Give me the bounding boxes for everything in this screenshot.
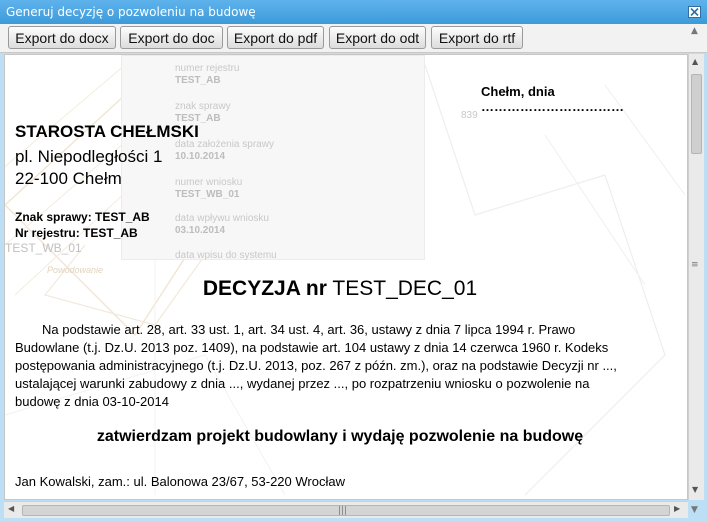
scroll-down-arrow-icon[interactable]: ▼	[692, 486, 698, 494]
close-button[interactable]	[688, 6, 701, 18]
horizontal-scroll-thumb[interactable]: |||	[22, 505, 670, 516]
vertical-scrollbar[interactable]: ▲ ▼	[688, 54, 704, 500]
document-preview[interactable]: numer rejestru TEST_AB znak sprawy TEST_…	[4, 54, 688, 500]
bg-field-label: numer wniosku	[175, 177, 243, 188]
decision-prefix: DECYZJA nr	[202, 277, 327, 300]
authority-address-city: 22-100 Chełm	[15, 169, 122, 188]
bg-field-value: TEST_WB_01	[175, 189, 240, 200]
bg-field-value: TEST_AB	[175, 75, 221, 86]
background-form-panel	[121, 55, 425, 260]
body-line: ustalającej warunki zabudowy z dnia ...,…	[15, 376, 590, 391]
approval-statement: zatwierdzam projekt budowlany i wydaję p…	[96, 428, 584, 445]
close-icon	[690, 8, 699, 16]
case-sign: Znak sprawy: TEST_AB	[15, 210, 150, 224]
register-number: Nr rejestru: TEST_AB	[15, 226, 138, 240]
bg-field-label: znak sprawy	[175, 101, 231, 112]
outer-scroll-down-icon[interactable]: ▼	[691, 505, 698, 515]
window-titlebar: Generuj decyzję o pozwoleniu na budowę	[0, 0, 707, 24]
decision-number: TEST_DEC_01	[332, 277, 478, 300]
bg-field-label: data wpisu do systemu	[175, 250, 277, 261]
export-docx-button[interactable]: Export do docx	[8, 26, 116, 49]
body-line: postępowania administracyjnego (t.j. Dz.…	[15, 358, 617, 373]
place-date: Chełm, dnia ……………………………	[481, 84, 624, 114]
authority-name: STAROSTA CHEŁMSKI	[15, 122, 199, 141]
decision-body: Na podstawie art. 28, art. 33 ust. 1, ar…	[15, 321, 665, 411]
export-toolbar: Export do docx Export do doc Export do p…	[0, 24, 707, 53]
bg-field-value: 10.10.2014	[175, 151, 226, 162]
bg-map-label: TEST_WB_01	[5, 241, 82, 255]
body-line: Na podstawie art. 28, art. 33 ust. 1, ar…	[42, 322, 576, 337]
export-rtf-button[interactable]: Export do rtf	[431, 26, 523, 49]
export-pdf-button[interactable]: Export do pdf	[227, 26, 324, 49]
export-odt-button[interactable]: Export do odt	[329, 26, 426, 49]
outer-grip-icon: ≡	[691, 260, 699, 270]
bg-field-label: numer rejestru	[175, 63, 240, 74]
bg-field-value: 03.10.2014	[175, 225, 226, 236]
decision-heading: DECYZJA nr TEST_DEC_01	[5, 277, 675, 301]
window-title: Generuj decyzję o pozwoleniu na budowę	[6, 5, 256, 19]
applicant-line: Jan Kowalski, zam.: ul. Balonowa 23/67, …	[15, 474, 345, 489]
vertical-scroll-thumb[interactable]	[691, 74, 702, 154]
scroll-up-arrow-icon[interactable]: ▲	[692, 58, 698, 66]
bg-field-label: data wpływu wniosku	[175, 213, 269, 224]
grip-icon: |||	[338, 506, 348, 516]
horizontal-scrollbar[interactable]: ◀ ||| ▶	[4, 501, 688, 518]
body-line: budowę z dnia 03-10-2014	[15, 394, 169, 409]
export-doc-button[interactable]: Export do doc	[120, 26, 223, 49]
authority-address-street: pl. Niepodległości 1	[15, 147, 163, 166]
scroll-right-arrow-icon[interactable]: ▶	[674, 505, 680, 513]
body-line: Budowlane (t.j. Dz.U. 2013 poz. 1409), n…	[15, 340, 609, 355]
scroll-left-arrow-icon[interactable]: ◀	[8, 505, 14, 513]
bg-map-sublabel: Powodowanie	[47, 265, 104, 275]
bg-side-number: 839	[461, 110, 478, 121]
outer-scroll-up-icon[interactable]: ▲	[691, 26, 698, 36]
